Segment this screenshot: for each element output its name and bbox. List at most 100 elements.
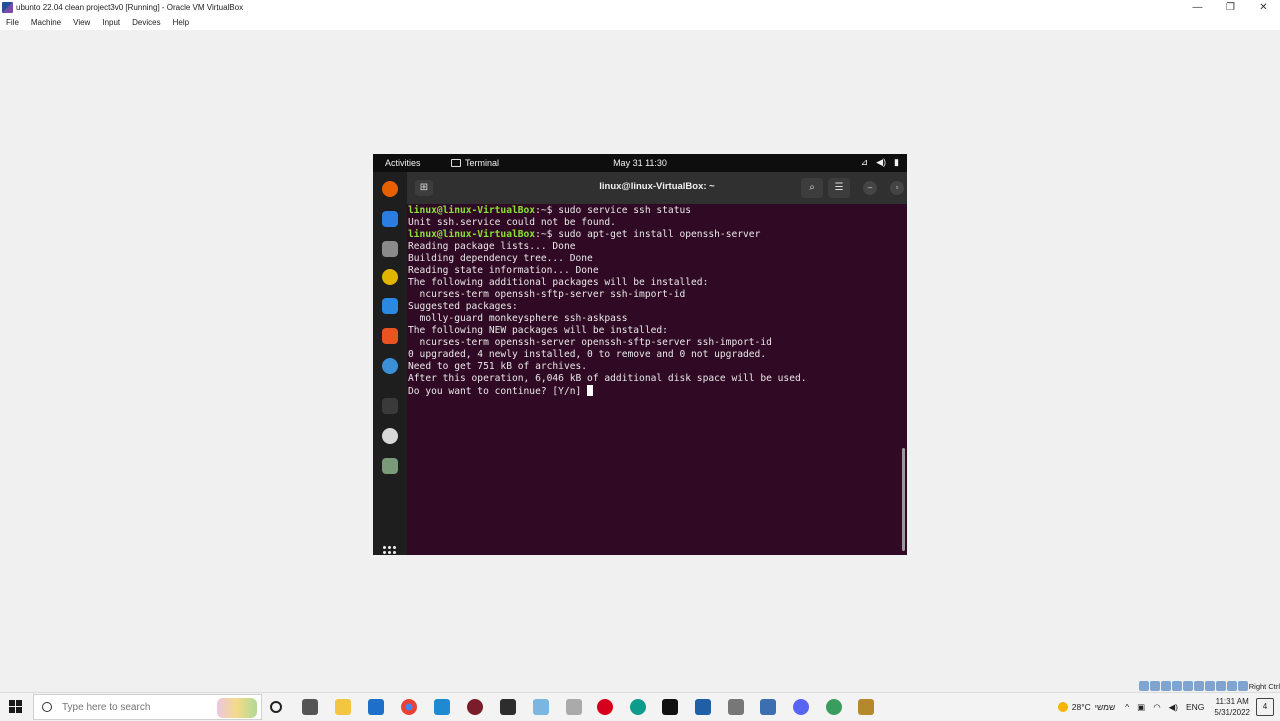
recording-icon[interactable] — [1215, 681, 1226, 691]
terminal-header-bar: ⊞ linux@linux-VirtualBox: ~ ⌕ ☰ – ▫ ✕ — [407, 172, 907, 204]
power-icon: ▮ — [894, 157, 899, 167]
terminal-taskbar-icon[interactable] — [662, 699, 678, 715]
terminal-text: Suggested packages: — [408, 301, 518, 312]
window-controls: — ❐ ✕ — [1181, 0, 1280, 15]
network-app-icon[interactable] — [760, 699, 776, 715]
network-status-icon[interactable] — [1171, 681, 1182, 691]
maximize-icon[interactable]: ▫ — [890, 181, 904, 195]
menu-devices[interactable]: Devices — [126, 18, 166, 27]
chrome-profile-icon[interactable] — [826, 699, 842, 715]
terminal-icon[interactable] — [382, 398, 398, 414]
restore-button[interactable]: ❐ — [1214, 0, 1247, 15]
guest-screen[interactable]: Activities Terminal May 31 11:30 ⊿ ◀) ▮ … — [373, 154, 907, 555]
rhythmbox-icon[interactable] — [382, 269, 398, 285]
terminal-line: 0 upgraded, 4 newly installed, 0 to remo… — [408, 349, 807, 361]
search-input[interactable] — [62, 701, 212, 713]
taskbar-clock[interactable]: 11:31 AM 5/31/2022 — [1214, 696, 1250, 718]
task-view-icon[interactable] — [302, 699, 318, 715]
app-icon[interactable] — [467, 699, 483, 715]
vm-taskbar-icon[interactable] — [858, 699, 874, 715]
menu-view[interactable]: View — [67, 18, 96, 27]
terminal-text: The following additional packages will b… — [408, 277, 709, 288]
virtualbox-icon — [2, 2, 13, 13]
terminal-body[interactable]: linux@linux-VirtualBox:~$ sudo service s… — [407, 204, 907, 555]
vbox-status-bar: Right Ctrl — [1138, 680, 1280, 692]
terminal-line: ncurses-term openssh-server openssh-sftp… — [408, 337, 807, 349]
prompt-suffix: :~$ — [535, 229, 559, 240]
wifi-icon[interactable]: ◠ — [1153, 702, 1160, 713]
disc-icon[interactable] — [382, 428, 398, 444]
terminal-line: linux@linux-VirtualBox:~$ sudo apt-get i… — [408, 229, 807, 241]
terminal-text: 0 upgraded, 4 newly installed, 0 to remo… — [408, 349, 767, 360]
minimize-button[interactable]: — — [1181, 0, 1214, 15]
terminal-text: sudo apt-get install openssh-server — [558, 229, 761, 240]
terminal-output: linux@linux-VirtualBox:~$ sudo service s… — [408, 205, 807, 397]
help-icon[interactable] — [382, 358, 398, 374]
firefox-icon[interactable] — [382, 181, 398, 197]
mail-icon[interactable] — [368, 699, 384, 715]
window-title: ubunto 22.04 clean project3v0 [Running] … — [16, 3, 244, 12]
weather-label: שמשי — [1094, 702, 1116, 712]
menu-machine[interactable]: Machine — [25, 18, 67, 27]
language-indicator[interactable]: ENG — [1186, 702, 1204, 712]
file-explorer-icon[interactable] — [335, 699, 351, 715]
hdd-icon[interactable] — [1138, 681, 1149, 691]
minimize-icon[interactable]: – — [863, 181, 877, 195]
close-button[interactable]: ✕ — [1247, 0, 1280, 15]
chevron-up-icon[interactable]: ^ — [1125, 702, 1129, 712]
terminal-line: Do you want to continue? [Y/n] — [408, 385, 807, 397]
gnome-top-bar: Activities Terminal May 31 11:30 ⊿ ◀) ▮ — [373, 154, 907, 172]
virtualbox-taskbar-icon[interactable] — [695, 699, 711, 715]
cortana-icon[interactable] — [270, 701, 282, 713]
menu-file[interactable]: File — [0, 18, 25, 27]
thunderbird-icon[interactable] — [382, 211, 398, 227]
calculator-icon[interactable] — [728, 699, 744, 715]
usb-icon[interactable] — [1182, 681, 1193, 691]
search-highlight-image — [217, 698, 257, 718]
terminal-scrollbar[interactable] — [902, 448, 905, 551]
system-tray[interactable]: ⊿ ◀) ▮ — [861, 157, 899, 168]
tray-app-icon[interactable]: ▣ — [1137, 702, 1145, 713]
volume-icon: ◀) — [876, 157, 887, 167]
speaker-icon[interactable]: ◀) — [1169, 702, 1178, 713]
chrome-icon[interactable] — [401, 699, 417, 715]
display-icon[interactable] — [1204, 681, 1215, 691]
windows-taskbar: 28°C שמשי ^ ▣ ◠ ◀) ENG 11:31 AM 5/31/202… — [0, 692, 1280, 720]
notes-icon[interactable] — [500, 699, 516, 715]
optical-icon[interactable] — [1149, 681, 1160, 691]
edge-icon[interactable] — [630, 699, 646, 715]
menu-input[interactable]: Input — [96, 18, 126, 27]
vscode-icon[interactable] — [434, 699, 450, 715]
terminal-text: Need to get 751 kB of archives. — [408, 361, 588, 372]
start-button[interactable] — [9, 700, 22, 713]
notification-center-button[interactable]: 4 — [1256, 698, 1274, 716]
show-apps-icon[interactable] — [383, 546, 397, 555]
terminal-line: Need to get 751 kB of archives. — [408, 361, 807, 373]
discord-icon[interactable] — [793, 699, 809, 715]
terminal-text: sudo service ssh status — [558, 205, 692, 216]
terminal-line: Building dependency tree... Done — [408, 253, 807, 265]
terminal-text: ncurses-term openssh-sftp-server ssh-imp… — [408, 289, 686, 300]
software-icon[interactable] — [382, 328, 398, 344]
top-bar-clock[interactable]: May 31 11:30 — [373, 158, 907, 168]
mouse-icon[interactable] — [1237, 681, 1248, 691]
paint-icon[interactable] — [533, 699, 549, 715]
shared-folder-icon[interactable] — [1193, 681, 1204, 691]
app2-icon[interactable] — [566, 699, 582, 715]
shell-prompt: linux@linux-VirtualBox — [408, 229, 536, 240]
terminal-line: Unit ssh.service could not be found. — [408, 217, 807, 229]
text-cursor — [587, 385, 594, 396]
taskbar-search[interactable] — [33, 694, 262, 720]
opera-icon[interactable] — [597, 699, 613, 715]
weather-widget[interactable]: 28°C שמשי — [1057, 702, 1116, 712]
writer-icon[interactable] — [382, 298, 398, 314]
audio-icon[interactable] — [1160, 681, 1171, 691]
cpu-icon[interactable] — [1226, 681, 1237, 691]
terminal-line: linux@linux-VirtualBox:~$ sudo service s… — [408, 205, 807, 217]
menu-button[interactable]: ☰ — [828, 178, 850, 198]
trash-icon[interactable] — [382, 458, 398, 474]
search-button[interactable]: ⌕ — [801, 178, 823, 198]
files-icon[interactable] — [382, 241, 398, 257]
terminal-text: Reading package lists... Done — [408, 241, 576, 252]
menu-help[interactable]: Help — [167, 18, 195, 27]
